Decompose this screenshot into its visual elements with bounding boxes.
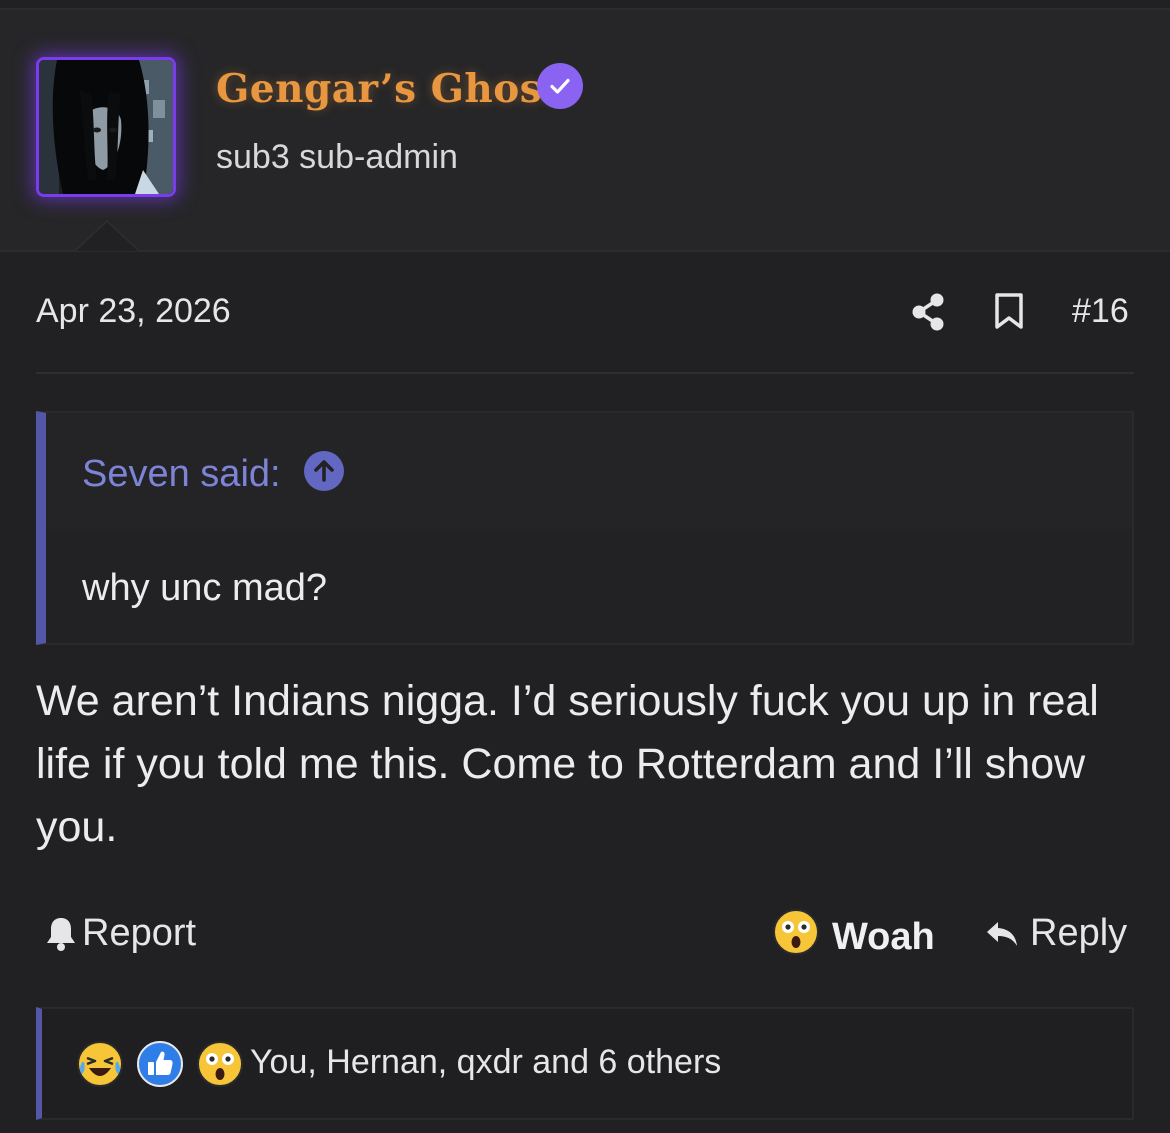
report-button[interactable]: Report [44,912,196,955]
reply-arrow-icon [987,921,1017,946]
user-title: sub3 sub-admin [216,138,458,176]
post-body: We aren’t Indians nigga. I’d seriously f… [36,677,1099,851]
bell-icon [47,917,75,951]
reply-button[interactable]: Reply [984,912,1127,955]
share-icon[interactable] [910,292,946,337]
reply-label: Reply [1030,912,1128,954]
quote-author[interactable]: Seven said: [82,453,281,496]
quote-block: Seven said: why unc mad? [36,411,1134,645]
astonished-icon [196,1040,244,1088]
avatar-image [39,60,173,194]
thumbs-up-icon [136,1040,184,1088]
post-number[interactable]: #16 [1072,292,1129,331]
reactions-bar[interactable]: You, Hernan, qxdr and 6 others [36,1007,1134,1120]
header-divider [0,250,1170,252]
reaction-button[interactable]: Woah [772,908,935,966]
post-date[interactable]: Apr 23, 2026 [36,292,231,331]
report-label: Report [82,912,197,954]
username[interactable]: Gengar’s Ghost [216,66,561,112]
meta-divider [36,372,1134,374]
verified-check-icon [537,63,583,109]
reaction-label: Woah [832,915,935,958]
quote-header: Seven said: [46,413,1132,529]
laughing-crying-icon [76,1040,124,1088]
quote-text: why unc mad? [82,567,328,609]
header-pointer [76,222,138,251]
bookmark-icon[interactable] [994,292,1024,335]
avatar[interactable] [36,57,176,197]
message-user-header: Gengar’s Ghost sub3 sub-admin [0,10,1170,250]
arrow-up-icon[interactable] [304,451,344,491]
reaction-icons [76,1040,256,1088]
reaction-summary[interactable]: You, Hernan, qxdr and 6 others [250,1043,721,1082]
astonished-icon [772,908,820,966]
